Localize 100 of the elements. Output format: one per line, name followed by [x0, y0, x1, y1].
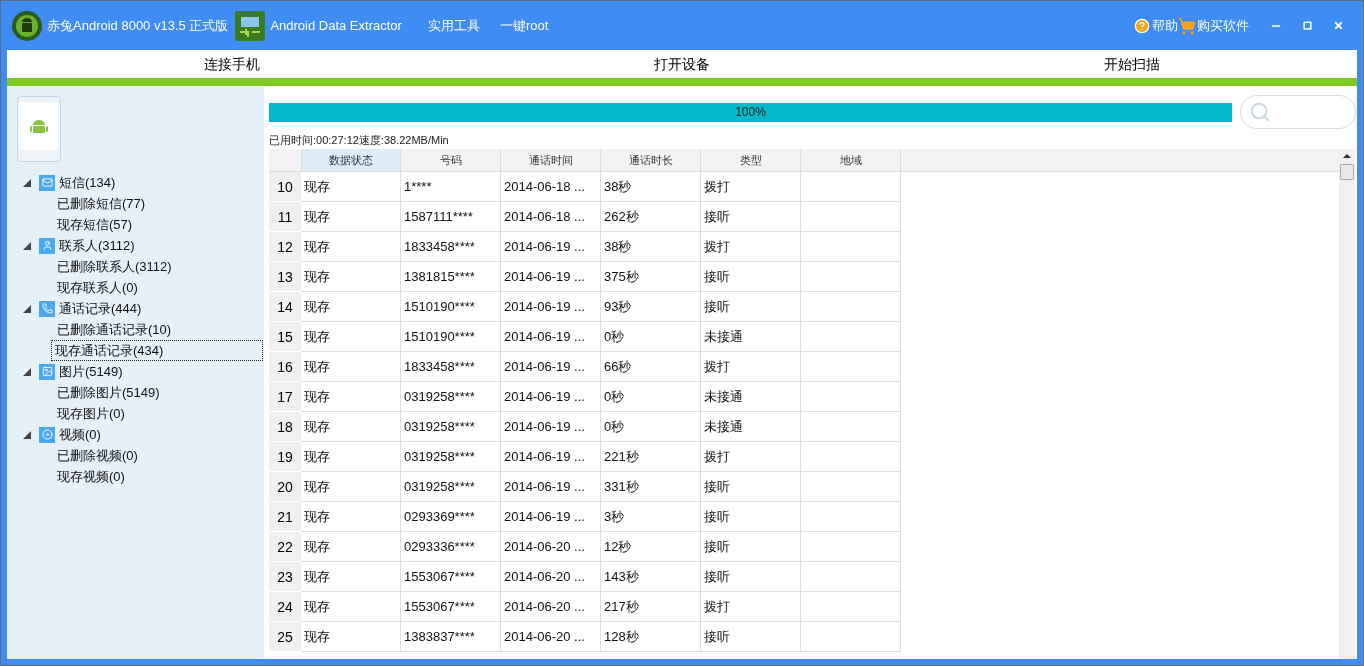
tree-item[interactable]: 视频(0) — [59, 424, 101, 445]
table-cell: 0319258**** — [401, 412, 501, 442]
column-header[interactable]: 通话时长 — [601, 149, 701, 171]
tree-toggle-icon[interactable] — [23, 304, 31, 313]
table-cell: 现存 — [301, 322, 401, 352]
table-cell: 375秒 — [601, 262, 701, 292]
row-number: 16 — [269, 352, 301, 382]
tree-item[interactable]: 联系人(3112) — [59, 235, 135, 256]
android-logo-icon — [11, 9, 43, 42]
tree-toggle-icon[interactable] — [23, 178, 31, 187]
table-cell: 2014-06-19 ... — [501, 442, 601, 472]
nav-tab[interactable]: 打开设备 — [457, 50, 907, 78]
tree-item[interactable]: 已删除视频(0) — [54, 445, 138, 466]
tree-item[interactable]: 短信(134) — [59, 172, 116, 193]
table-cell: 接听 — [701, 622, 801, 652]
tree-item[interactable]: 通话记录(444) — [59, 298, 142, 319]
close-icon[interactable] — [1333, 20, 1344, 31]
column-header[interactable]: 通话时间 — [501, 149, 601, 171]
table-cell: 拨打 — [701, 352, 801, 382]
tree-item[interactable]: 图片(5149) — [59, 361, 123, 382]
tree-item[interactable]: 现存联系人(0) — [54, 277, 138, 298]
table-cell: 2014-06-18 ... — [501, 202, 601, 232]
table-cell: 未接通 — [701, 412, 801, 442]
table-cell: 93秒 — [601, 292, 701, 322]
tree-toggle-icon[interactable] — [23, 430, 31, 439]
table-cell: 262秒 — [601, 202, 701, 232]
scroll-thumb[interactable] — [1340, 164, 1354, 180]
table-cell: 现存 — [301, 262, 401, 292]
table-cell: 2014-06-19 ... — [501, 472, 601, 502]
table-cell: 0秒 — [601, 322, 701, 352]
row-number: 12 — [269, 232, 301, 262]
person-icon — [39, 237, 55, 254]
table-cell: 1587111**** — [401, 202, 501, 232]
nav-tab[interactable]: 连接手机 — [7, 50, 457, 78]
table-cell: 1**** — [401, 172, 501, 202]
table-cell: 现存 — [301, 352, 401, 382]
nav-tab[interactable]: 开始扫描 — [907, 50, 1357, 78]
tree-item[interactable]: 现存视频(0) — [54, 466, 125, 487]
table-cell: 2014-06-20 ... — [501, 532, 601, 562]
table-cell: 0秒 — [601, 412, 701, 442]
table-cell: 接听 — [701, 262, 801, 292]
table-cell: 38秒 — [601, 172, 701, 202]
mail-icon — [39, 174, 55, 191]
column-header[interactable]: 号码 — [401, 149, 501, 171]
table-cell: 拨打 — [701, 592, 801, 622]
table-cell: 拨打 — [701, 232, 801, 262]
table-cell: 331秒 — [601, 472, 701, 502]
row-number: 13 — [269, 262, 301, 292]
column-header[interactable]: 类型 — [701, 149, 801, 171]
tree-item[interactable]: 已删除短信(77) — [54, 193, 146, 214]
table-cell: 2014-06-19 ... — [501, 412, 601, 442]
table-cell: 3秒 — [601, 502, 701, 532]
table-cell: 现存 — [301, 232, 401, 262]
tree-item[interactable]: 现存图片(0) — [54, 403, 125, 424]
table-cell: 接听 — [701, 202, 801, 232]
table-cell: 现存 — [301, 202, 401, 232]
table-cell: 拨打 — [701, 172, 801, 202]
phone-drawing — [17, 96, 61, 162]
table-cell: 接听 — [701, 472, 801, 502]
table-cell: 现存 — [301, 502, 401, 532]
row-number: 24 — [269, 592, 301, 622]
tree-item[interactable]: 已删除通话记录(10) — [54, 319, 172, 340]
table-cell: 1510190**** — [401, 322, 501, 352]
table-cell: 接听 — [701, 562, 801, 592]
row-number: 19 — [269, 442, 301, 472]
table-cell: 0293369**** — [401, 502, 501, 532]
table-cell: 143秒 — [601, 562, 701, 592]
table-cell: 现存 — [301, 292, 401, 322]
scrollbar[interactable] — [1339, 149, 1355, 659]
table-cell: 38秒 — [601, 232, 701, 262]
column-header[interactable]: 地域 — [801, 149, 901, 171]
tree-toggle-icon[interactable] — [23, 241, 31, 250]
tree-item[interactable]: 现存短信(57) — [54, 214, 133, 235]
tree-item[interactable]: 已删除联系人(3112) — [54, 256, 172, 277]
row-number: 21 — [269, 502, 301, 532]
table-cell: 1381815**** — [401, 262, 501, 292]
table-cell: 0319258**** — [401, 442, 501, 472]
table-cell: 1510190**** — [401, 292, 501, 322]
table-cell: 0319258**** — [401, 472, 501, 502]
table-cell: 接听 — [701, 532, 801, 562]
tree-item[interactable]: 已删除图片(5149) — [54, 382, 160, 403]
table-cell: 现存 — [301, 532, 401, 562]
tree-item[interactable]: 现存通话记录(434) — [51, 340, 263, 361]
table-cell: 2014-06-20 ... — [501, 622, 601, 652]
row-number: 25 — [269, 622, 301, 652]
table-cell: 2014-06-20 ... — [501, 592, 601, 622]
circuit-board-icon — [234, 9, 267, 42]
row-number: 20 — [269, 472, 301, 502]
table-cell: 2014-06-18 ... — [501, 172, 601, 202]
table-cell: 0319258**** — [401, 382, 501, 412]
maximize-icon[interactable] — [1303, 21, 1312, 30]
table-cell: 217秒 — [601, 592, 701, 622]
column-header[interactable]: 数据状态 — [301, 149, 401, 171]
table-cell: 2014-06-19 ... — [501, 232, 601, 262]
tree-toggle-icon[interactable] — [23, 367, 31, 376]
disc-icon — [39, 426, 55, 443]
scroll-up-icon[interactable] — [1343, 154, 1351, 158]
row-number: 14 — [269, 292, 301, 322]
table-cell: 0293336**** — [401, 532, 501, 562]
help-icon[interactable] — [1134, 17, 1150, 34]
